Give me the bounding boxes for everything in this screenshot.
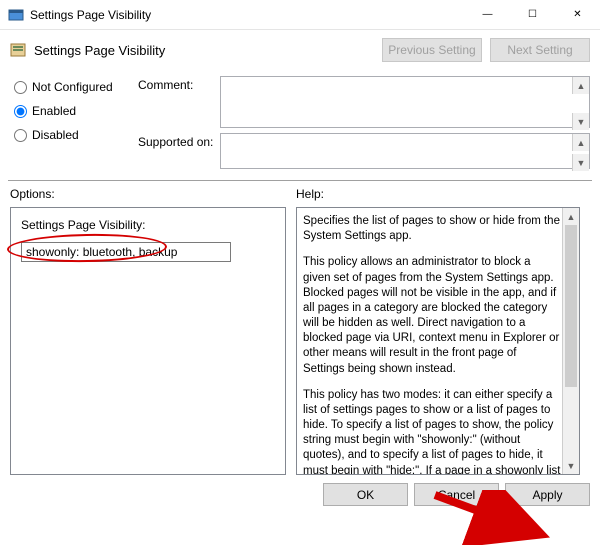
- visibility-field-label: Settings Page Visibility:: [21, 218, 275, 232]
- radio-enabled[interactable]: Enabled: [14, 104, 126, 118]
- state-radios: Not Configured Enabled Disabled: [14, 76, 126, 172]
- chevron-down-icon[interactable]: ▼: [572, 154, 589, 171]
- policy-title: Settings Page Visibility: [34, 43, 374, 58]
- scrollbar[interactable]: ▲ ▼: [562, 208, 579, 474]
- radio-disabled[interactable]: Disabled: [14, 128, 126, 142]
- help-label: Help:: [296, 187, 324, 201]
- titlebar: Settings Page Visibility — ☐ ✕: [0, 0, 600, 30]
- dialog-buttons: OK Cancel Apply: [0, 475, 600, 514]
- radio-enabled-input[interactable]: [14, 105, 27, 118]
- policy-icon: [10, 42, 26, 58]
- options-label: Options:: [10, 187, 296, 201]
- close-button[interactable]: ✕: [555, 0, 600, 29]
- scroll-thumb[interactable]: [565, 225, 577, 387]
- radio-enabled-label: Enabled: [32, 104, 76, 118]
- scroll-track[interactable]: [563, 225, 579, 457]
- help-p1: Specifies the list of pages to show or h…: [303, 214, 561, 244]
- radio-not-configured-label: Not Configured: [32, 80, 113, 94]
- chevron-up-icon[interactable]: ▲: [572, 77, 589, 94]
- radio-disabled-label: Disabled: [32, 128, 79, 142]
- chevron-up-icon[interactable]: ▲: [572, 134, 589, 151]
- help-text: Specifies the list of pages to show or h…: [303, 214, 561, 475]
- cancel-button[interactable]: Cancel: [414, 483, 499, 506]
- help-p2: This policy allows an administrator to b…: [303, 255, 561, 376]
- radio-not-configured[interactable]: Not Configured: [14, 80, 126, 94]
- scroll-up-icon[interactable]: ▲: [563, 208, 579, 225]
- previous-setting-button[interactable]: Previous Setting: [382, 38, 482, 62]
- minimize-button[interactable]: —: [465, 0, 510, 29]
- help-panel: Specifies the list of pages to show or h…: [296, 207, 580, 475]
- app-icon: [8, 7, 24, 23]
- chevron-down-icon[interactable]: ▼: [572, 113, 589, 130]
- policy-header: Settings Page Visibility Previous Settin…: [0, 30, 600, 70]
- panel-labels: Options: Help:: [0, 185, 600, 207]
- options-panel: Settings Page Visibility:: [10, 207, 286, 475]
- window-title: Settings Page Visibility: [30, 8, 465, 22]
- config-section: Not Configured Enabled Disabled Comment:…: [0, 70, 600, 174]
- comment-label: Comment:: [138, 76, 216, 92]
- maximize-button[interactable]: ☐: [510, 0, 555, 29]
- supported-on-input[interactable]: [220, 133, 590, 169]
- window-buttons: — ☐ ✕: [465, 0, 600, 29]
- divider: [8, 180, 592, 181]
- ok-button[interactable]: OK: [323, 483, 408, 506]
- next-setting-button[interactable]: Next Setting: [490, 38, 590, 62]
- scroll-down-icon[interactable]: ▼: [563, 457, 579, 474]
- radio-not-configured-input[interactable]: [14, 81, 27, 94]
- visibility-input[interactable]: [21, 242, 231, 262]
- panels: Settings Page Visibility: Specifies the …: [0, 207, 600, 475]
- help-p3: This policy has two modes: it can either…: [303, 388, 561, 475]
- supported-on-label: Supported on:: [138, 133, 216, 149]
- radio-disabled-input[interactable]: [14, 129, 27, 142]
- comment-input[interactable]: [220, 76, 590, 128]
- apply-button[interactable]: Apply: [505, 483, 590, 506]
